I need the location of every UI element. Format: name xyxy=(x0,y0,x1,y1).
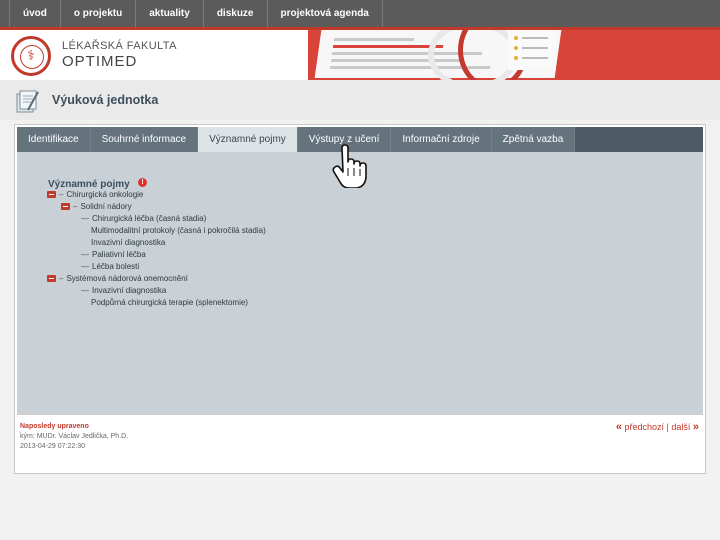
tree-node-label: Podpůrná chirurgická terapie (splenektom… xyxy=(91,298,248,307)
tab-zpetna-vazba[interactable]: Zpětná vazba xyxy=(491,127,576,152)
document-pen-icon xyxy=(16,90,39,113)
dash-glyph: — xyxy=(81,250,89,259)
page-title: Výuková jednotka xyxy=(52,93,159,107)
tree-node[interactable]: – Chirurgická onkologie xyxy=(47,190,143,200)
tab-vyznamne-pojmy[interactable]: Významné pojmy xyxy=(198,127,298,152)
decoration-card xyxy=(508,30,556,70)
dash-glyph: – xyxy=(59,274,64,283)
project-name: OPTIMED xyxy=(62,53,138,70)
tree-node-label: Paliativní léčba xyxy=(92,250,146,259)
nav-item-projektova-agenda[interactable]: projektová agenda xyxy=(268,0,383,27)
tree-node-label: Solidní nádory xyxy=(80,202,132,211)
tree-node-label: Invazivní diagnostika xyxy=(91,238,166,247)
header-decoration-image xyxy=(308,30,720,80)
dash-glyph: – xyxy=(73,202,78,211)
tree-node: Multimodalitní protokoly (časná i pokroč… xyxy=(91,226,266,236)
tab-vystupy-z-uceni[interactable]: Výstupy z učení xyxy=(297,127,392,152)
tree-node[interactable]: – Systémová nádorová onemocnění xyxy=(47,274,188,284)
tree-node-label: Léčba bolesti xyxy=(92,262,140,271)
tree-node-label: Chirurgická léčba (časná stadia) xyxy=(92,214,207,223)
alert-icon[interactable]: ! xyxy=(138,178,147,187)
dash-glyph: — xyxy=(81,286,89,295)
faculty-name: LÉKAŘSKÁ FAKULTA xyxy=(62,40,177,52)
collapse-toggle-icon[interactable] xyxy=(47,191,56,199)
tree-node: Invazivní diagnostika xyxy=(91,238,165,248)
last-modified-author: kým: MUDr. Václav Jedlička, Ph.D. xyxy=(20,433,129,440)
nav-item-o-projektu[interactable]: o projektu xyxy=(61,0,137,27)
tree-node-label: Multimodalitní protokoly (časná i pokroč… xyxy=(91,226,266,235)
dash-glyph: — xyxy=(81,262,89,271)
chevron-left-icon[interactable]: « xyxy=(616,421,622,433)
panel-footer: Naposledy upraveno kým: MUDr. Václav Jed… xyxy=(17,414,703,472)
tree-node-label: Invazivní diagnostika xyxy=(92,286,167,295)
next-link[interactable]: další xyxy=(671,422,690,432)
last-modified-date: 2013-04-29 07:22:30 xyxy=(20,443,85,450)
tree-node: — Invazivní diagnostika xyxy=(81,286,166,296)
top-navigation: úvod o projektu aktuality diskuze projek… xyxy=(0,0,720,30)
tree-node: — Chirurgická léčba (časná stadia) xyxy=(81,214,206,224)
tree-node: — Léčba bolesti xyxy=(81,262,139,272)
nav-item-aktuality[interactable]: aktuality xyxy=(136,0,204,27)
tree-node: — Paliativní léčba xyxy=(81,250,146,260)
nav-spacer xyxy=(0,0,10,27)
section-title: Významné pojmy xyxy=(48,179,130,190)
tab-identifikace[interactable]: Identifikace xyxy=(17,127,91,152)
pager: « předchozí | další » xyxy=(616,421,699,433)
dash-glyph: – xyxy=(59,190,64,199)
tab-content: Významné pojmy ! – Chirurgická onkologie … xyxy=(17,152,703,414)
collapse-toggle-icon[interactable] xyxy=(47,275,56,283)
site-header: ⚕ LÉKAŘSKÁ FAKULTA OPTIMED xyxy=(0,30,720,80)
nav-item-diskuze[interactable]: diskuze xyxy=(204,0,268,27)
chevron-right-icon[interactable]: » xyxy=(693,421,699,433)
tree-node-label: Chirurgická onkologie xyxy=(66,190,144,199)
nav-item-uvod[interactable]: úvod xyxy=(10,0,61,27)
seal-glyph: ⚕ xyxy=(27,48,35,64)
tree-node-label: Systémová nádorová onemocnění xyxy=(66,274,188,283)
caduceus-seal-icon[interactable]: ⚕ xyxy=(11,36,51,76)
tab-bar: Identifikace Souhrné informace Významné … xyxy=(17,127,703,152)
tab-informacni-zdroje[interactable]: Informační zdroje xyxy=(391,127,492,152)
last-modified-label: Naposledy upraveno xyxy=(20,423,89,430)
page-title-bar: Výuková jednotka xyxy=(0,80,720,120)
tab-souhrne-informace[interactable]: Souhrné informace xyxy=(90,127,199,152)
tree-node: Podpůrná chirurgická terapie (splenektom… xyxy=(91,298,248,308)
learning-unit-panel: Identifikace Souhrné informace Významné … xyxy=(14,124,706,474)
previous-link[interactable]: předchozí xyxy=(624,422,664,432)
collapse-toggle-icon[interactable] xyxy=(61,203,70,211)
tree-node[interactable]: – Solidní nádory xyxy=(61,202,132,212)
dash-glyph: — xyxy=(81,214,89,223)
